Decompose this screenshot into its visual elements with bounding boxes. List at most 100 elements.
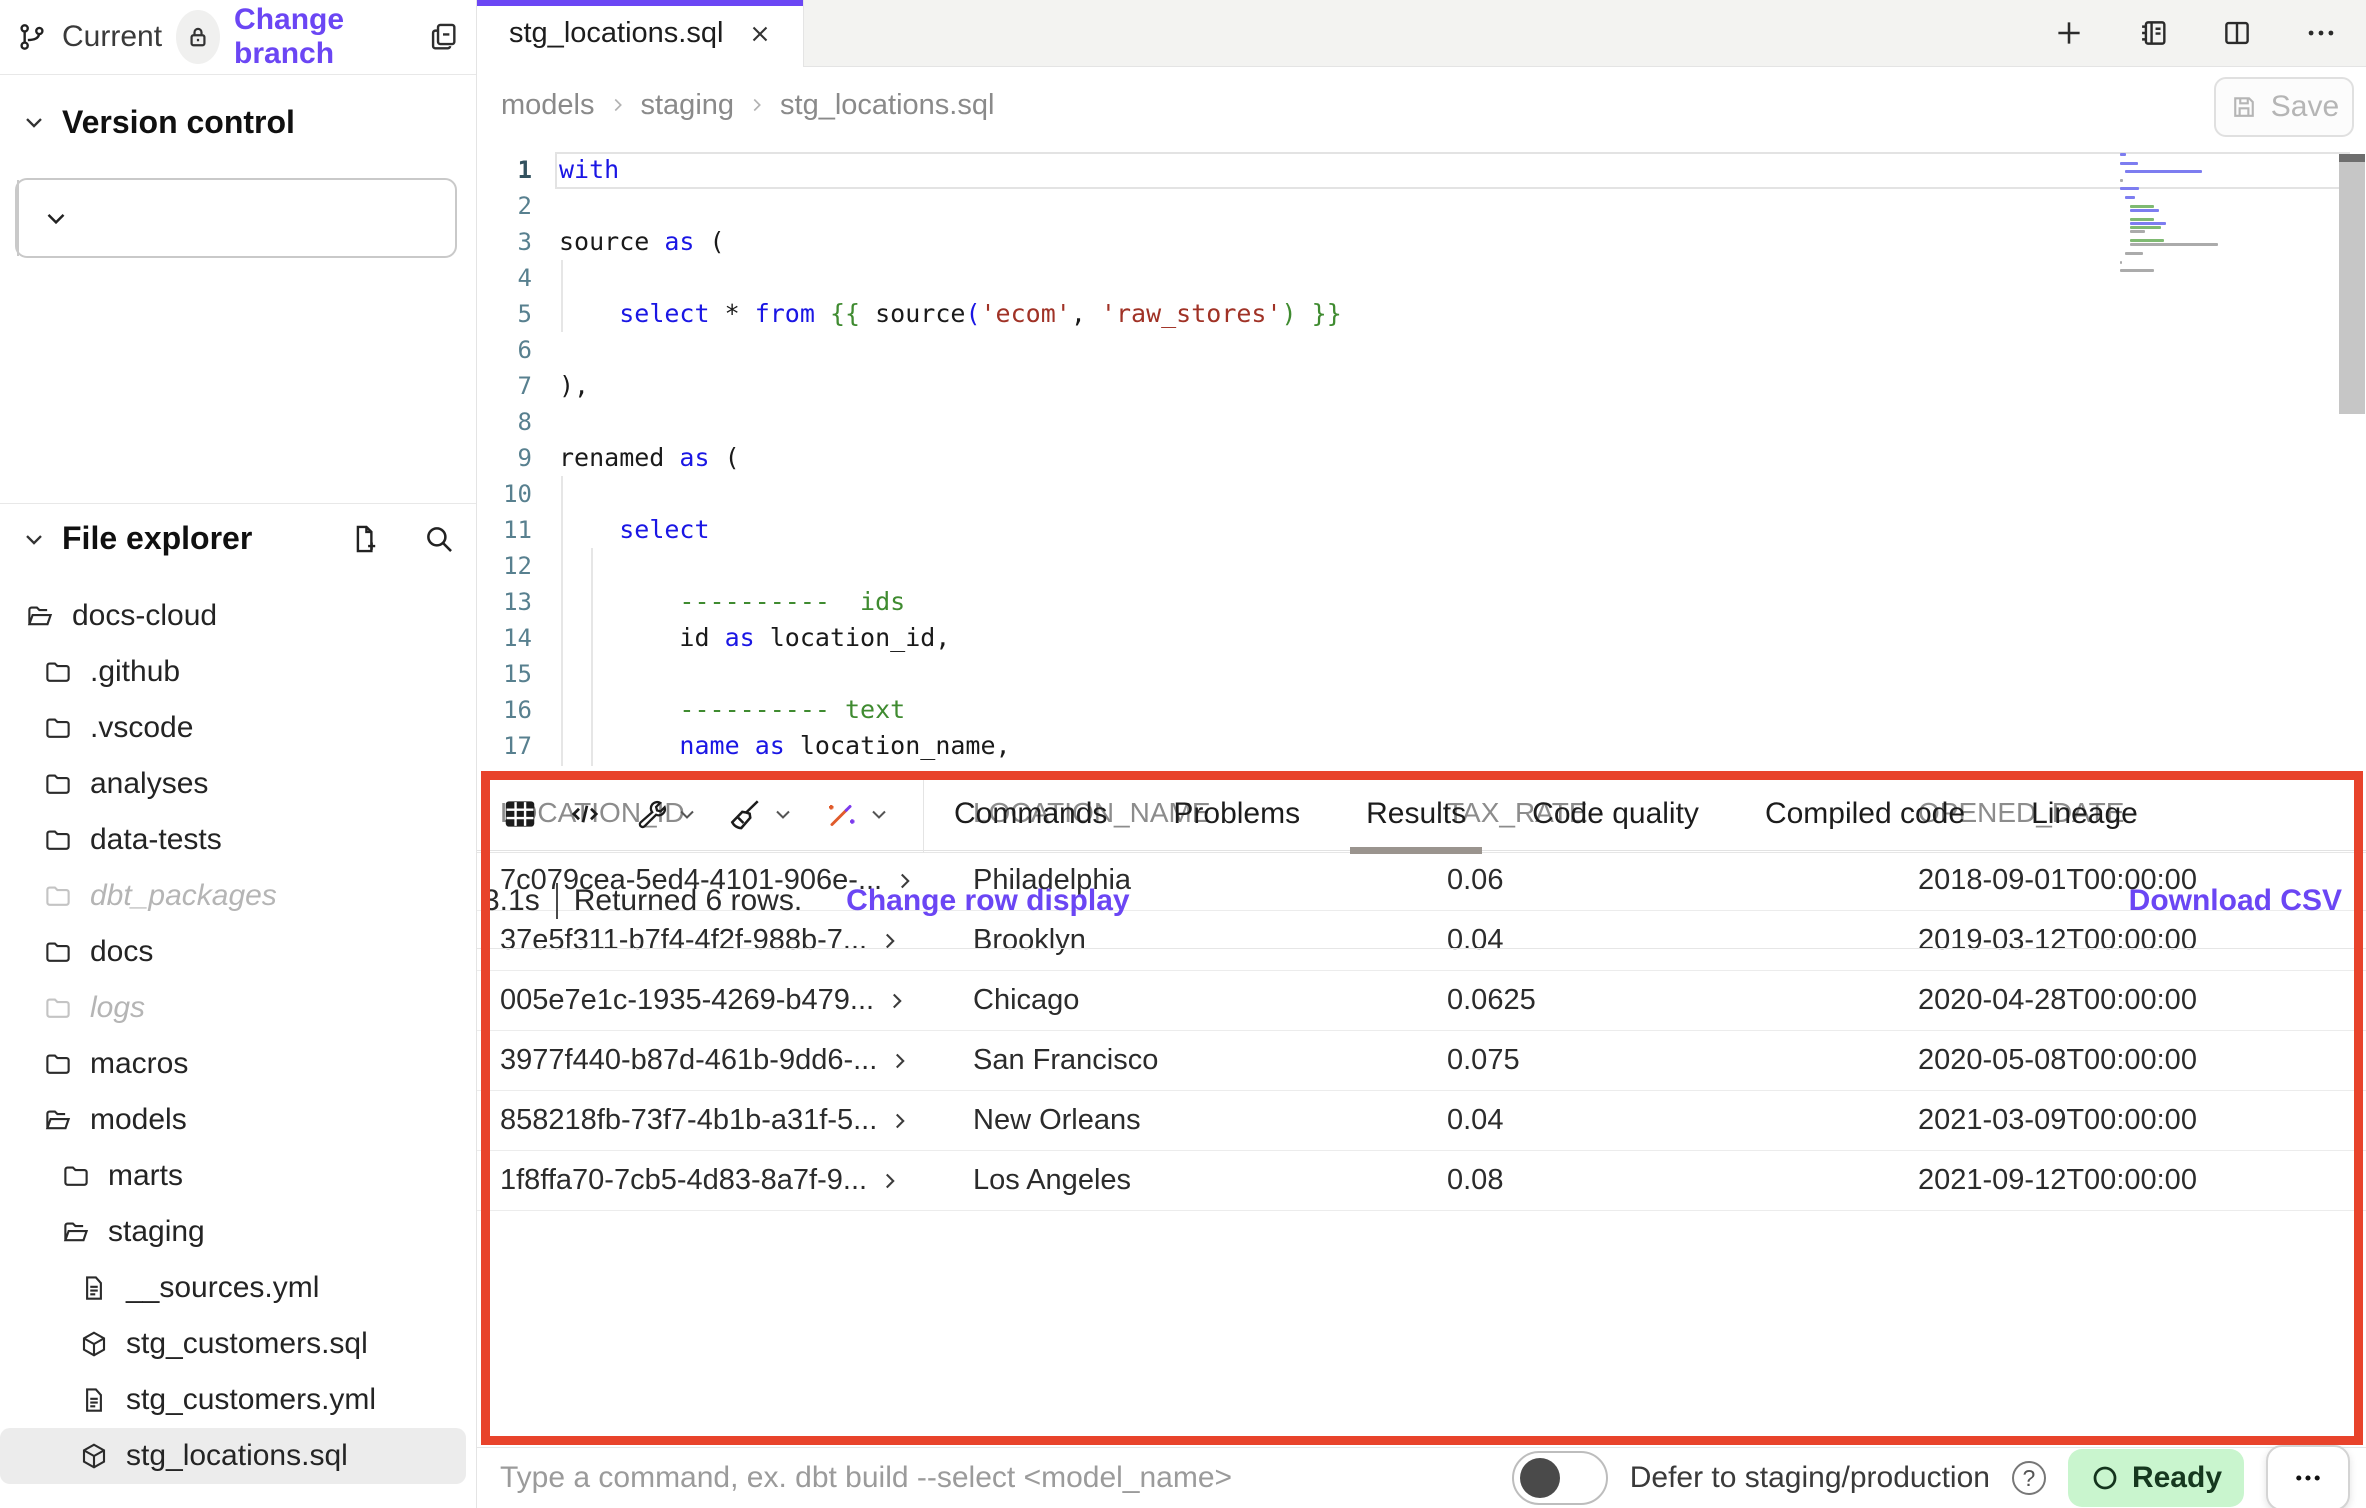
panel-tab-code-quality[interactable]: Code quality <box>1532 775 1699 853</box>
code-line-10[interactable]: 10 <box>477 476 2366 512</box>
file-tree-item-docs-cloud[interactable]: docs-cloud <box>0 588 466 644</box>
code-editor[interactable]: 1with23source as (45 select * from {{ so… <box>477 143 2366 775</box>
file-tree-item-dbt-packages[interactable]: dbt_packages <box>0 868 466 924</box>
code-text: select <box>559 512 710 548</box>
expand-row-icon[interactable] <box>877 1168 903 1194</box>
breadcrumb-item[interactable]: stg_locations.sql <box>780 89 994 122</box>
expand-row-icon[interactable] <box>887 1048 913 1074</box>
close-icon[interactable] <box>747 21 773 47</box>
code-line-17[interactable]: 17 name as location_name, <box>477 728 2366 764</box>
file-tree-item-data-tests[interactable]: data-tests <box>0 812 466 868</box>
line-number: 12 <box>477 548 532 584</box>
file-tree-item-analyses[interactable]: analyses <box>0 756 466 812</box>
new-file-icon[interactable] <box>348 522 382 556</box>
line-number: 13 <box>477 584 532 620</box>
build-tools-dropdown[interactable] <box>631 796 699 832</box>
search-icon[interactable] <box>422 522 456 556</box>
code-line-1[interactable]: 1with <box>477 152 2366 188</box>
line-number: 17 <box>477 728 532 764</box>
expand-row-icon[interactable] <box>887 1108 913 1134</box>
tab-stg-locations[interactable]: stg_locations.sql <box>477 0 804 67</box>
panel-tab-compiled-code[interactable]: Compiled code <box>1765 775 1965 853</box>
wrench-icon <box>631 796 667 832</box>
file-tree-item-marts[interactable]: marts <box>0 1148 466 1204</box>
cell-value: 2020-04-28T00:00:00 <box>1918 984 2366 1017</box>
create-branch-dropdown[interactable] <box>17 180 93 256</box>
new-tab-plus-icon[interactable] <box>2052 16 2086 50</box>
code-line-9[interactable]: 9renamed as ( <box>477 440 2366 476</box>
change-row-display-link[interactable]: Change row display <box>846 884 1129 918</box>
current-branch-label: Current <box>62 20 162 54</box>
code-line-12[interactable]: 12 <box>477 548 2366 584</box>
editor-layout-icon[interactable] <box>2136 16 2170 50</box>
code-line-6[interactable]: 6 <box>477 332 2366 368</box>
main-area: stg_locations.sql <box>477 0 2366 1508</box>
help-icon[interactable]: ? <box>2012 1461 2046 1495</box>
table-row: 858218fb-73f7-4b1b-a31f-5...New Orleans0… <box>477 1091 2366 1151</box>
code-line-7[interactable]: 7), <box>477 368 2366 404</box>
file-tree-label: macros <box>90 1047 188 1081</box>
file-tree-label: docs-cloud <box>72 599 217 633</box>
file-explorer-section-header[interactable]: File explorer <box>0 503 476 573</box>
create-branch-button[interactable]: Create branch <box>15 178 457 258</box>
code-line-16[interactable]: 16 ---------- text <box>477 692 2366 728</box>
file-tree-item-models[interactable]: models <box>0 1092 466 1148</box>
file-tree-item--sources-yml[interactable]: __sources.yml <box>0 1260 466 1316</box>
command-input[interactable] <box>500 1461 1400 1495</box>
ai-assist-dropdown[interactable] <box>823 796 891 832</box>
cell-value: New Orleans <box>973 1104 1447 1137</box>
change-branch-link[interactable]: Change branch <box>234 3 412 71</box>
breadcrumb-item[interactable]: staging <box>641 89 735 122</box>
folder-icon <box>43 657 73 687</box>
file-tree-item-logs[interactable]: logs <box>0 980 466 1036</box>
file-tree-label: dbt_packages <box>90 879 277 913</box>
minimap-line <box>2120 261 2122 264</box>
results-table-icon[interactable] <box>501 795 539 833</box>
file-tree-item--github[interactable]: .github <box>0 644 466 700</box>
split-editor-icon[interactable] <box>2220 16 2254 50</box>
ready-label: Ready <box>2132 1461 2222 1495</box>
file-tree-item-macros[interactable]: macros <box>0 1036 466 1092</box>
chevron-down-icon <box>867 802 891 826</box>
code-line-4[interactable]: 4 <box>477 260 2366 296</box>
code-line-13[interactable]: 13 ---------- ids <box>477 584 2366 620</box>
defer-toggle[interactable] <box>1512 1451 1608 1505</box>
file-tree-item-stg-customers-yml[interactable]: stg_customers.yml <box>0 1372 466 1428</box>
file-tree-item-stg-customers-sql[interactable]: stg_customers.sql <box>0 1316 466 1372</box>
breadcrumb-item[interactable]: models <box>501 89 595 122</box>
code-line-14[interactable]: 14 id as location_id, <box>477 620 2366 656</box>
code-line-8[interactable]: 8 <box>477 404 2366 440</box>
panel-tab-results[interactable]: Results <box>1366 775 1466 853</box>
code-line-3[interactable]: 3source as ( <box>477 224 2366 260</box>
rows-returned-summary: Returned 6 rows. <box>574 884 802 918</box>
file-tree-item-stg-locations-sql[interactable]: stg_locations.sql <box>0 1428 466 1484</box>
file-tree-item-docs[interactable]: docs <box>0 924 466 980</box>
file-tree-label: .github <box>90 655 180 689</box>
code-line-11[interactable]: 11 select <box>477 512 2366 548</box>
panel-tab-problems[interactable]: Problems <box>1173 775 1300 853</box>
version-control-section-header[interactable]: Version control <box>0 96 476 148</box>
panel-tab-lineage[interactable]: Lineage <box>2031 775 2138 853</box>
panel-tab-commands[interactable]: Commands <box>954 775 1107 853</box>
more-options-icon[interactable] <box>2304 16 2338 50</box>
expand-row-icon[interactable] <box>884 988 910 1014</box>
file-tree-item-staging[interactable]: staging <box>0 1204 466 1260</box>
code-lines[interactable]: 1with23source as (45 select * from {{ so… <box>477 152 2366 764</box>
editor-scrollbar[interactable] <box>2339 154 2365 414</box>
file-tree-item--vscode[interactable]: .vscode <box>0 700 466 756</box>
status-badge: Ready <box>2068 1449 2244 1507</box>
minimap[interactable] <box>2120 153 2252 283</box>
minimap-line <box>2130 226 2160 229</box>
code-line-5[interactable]: 5 select * from {{ source('ecom', 'raw_s… <box>477 296 2366 332</box>
copy-icon[interactable] <box>426 20 460 54</box>
download-csv-link[interactable]: Download CSV <box>2129 884 2342 918</box>
code-text: select * from {{ source('ecom', 'raw_sto… <box>559 296 1342 332</box>
format-dropdown[interactable] <box>727 796 795 832</box>
minimap-line <box>2130 222 2165 225</box>
save-icon <box>2229 92 2259 122</box>
code-line-15[interactable]: 15 <box>477 656 2366 692</box>
code-line-2[interactable]: 2 <box>477 188 2366 224</box>
more-actions-button[interactable] <box>2266 1445 2350 1508</box>
code-icon[interactable] <box>567 796 603 832</box>
save-button[interactable]: Save <box>2214 77 2354 137</box>
